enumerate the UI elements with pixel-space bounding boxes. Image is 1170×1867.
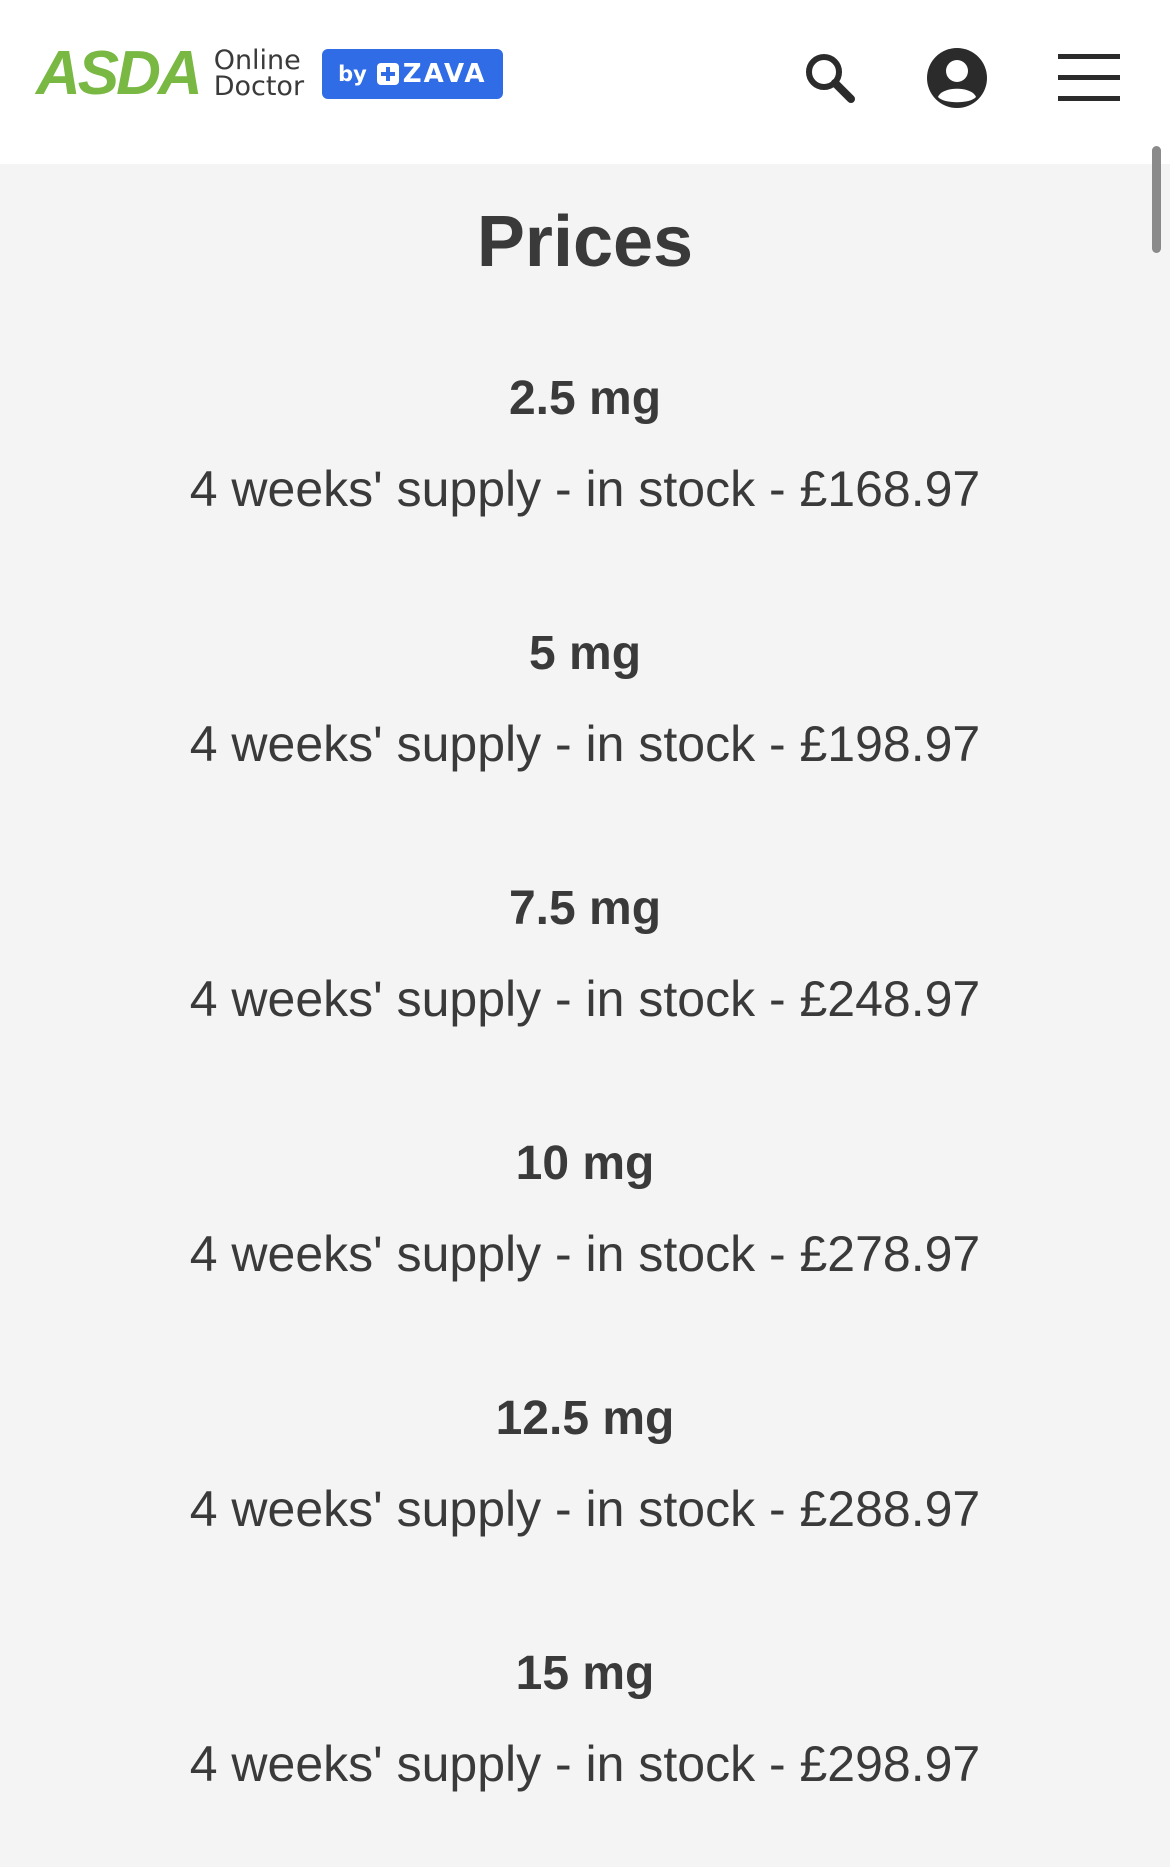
- dose-label: 15 mg: [515, 1647, 655, 1700]
- badge-name: ZAVA: [402, 59, 487, 89]
- supply-price: 4 weeks' supply - in stock - £198.97: [189, 716, 981, 772]
- page: ASDA Online Doctor by ZAVA Prices 2.5 mg…: [0, 0, 1170, 1867]
- price-item: 7.5 mg 4 weeks' supply - in stock - £248…: [0, 879, 1170, 1029]
- logo-brand: ASDA: [36, 39, 203, 108]
- site-logo[interactable]: ASDA Online Doctor by ZAVA: [36, 39, 503, 108]
- price-item: 10 mg 4 weeks' supply - in stock - £278.…: [0, 1134, 1170, 1284]
- price-item: 5 mg 4 weeks' supply - in stock - £198.9…: [0, 624, 1170, 774]
- dose-label: 5 mg: [528, 627, 642, 680]
- menu-icon: [1058, 54, 1120, 101]
- search-icon: [806, 54, 855, 103]
- menu-button[interactable]: [1049, 38, 1129, 118]
- supply-price: 4 weeks' supply - in stock - £298.97: [189, 1736, 981, 1792]
- dose-label: 2.5 mg: [508, 372, 662, 425]
- dose-label: 7.5 mg: [508, 882, 662, 935]
- site-header: ASDA Online Doctor by ZAVA: [0, 0, 1170, 164]
- dose-label: 10 mg: [515, 1137, 655, 1190]
- supply-price: 4 weeks' supply - in stock - £248.97: [189, 971, 981, 1027]
- partner-badge: by ZAVA: [322, 49, 503, 99]
- logo-line-2: Doctor: [213, 71, 305, 102]
- plus-icon: [376, 63, 399, 85]
- account-icon: [927, 48, 987, 108]
- price-item: 2.5 mg 4 weeks' supply - in stock - £168…: [0, 369, 1170, 519]
- supply-price: 4 weeks' supply - in stock - £168.97: [189, 461, 981, 517]
- supply-price: 4 weeks' supply - in stock - £278.97: [189, 1226, 981, 1282]
- price-item: 15 mg 4 weeks' supply - in stock - £298.…: [0, 1644, 1170, 1794]
- dose-label: 12.5 mg: [495, 1392, 675, 1445]
- supply-price: 4 weeks' supply - in stock - £288.97: [189, 1481, 981, 1537]
- search-button[interactable]: [790, 38, 870, 118]
- badge-by: by: [338, 62, 367, 86]
- page-title: Prices: [476, 202, 694, 282]
- price-item: 12.5 mg 4 weeks' supply - in stock - £28…: [0, 1389, 1170, 1539]
- account-button[interactable]: [917, 38, 997, 118]
- logo-subtitle: Online Doctor: [213, 47, 305, 102]
